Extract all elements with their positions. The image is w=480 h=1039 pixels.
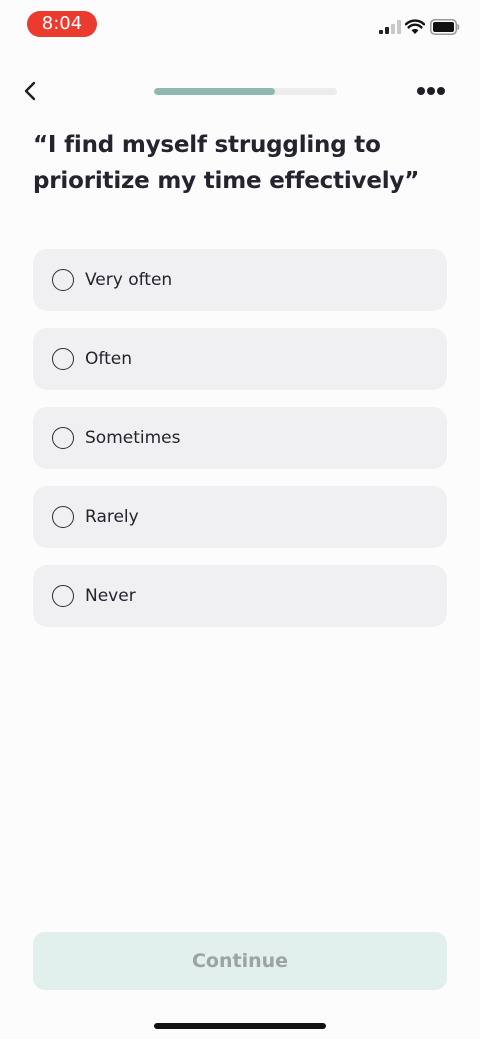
ellipsis-icon bbox=[417, 87, 445, 95]
wifi-icon bbox=[405, 19, 425, 34]
status-bar: 8:04 bbox=[0, 0, 480, 50]
option-label: Often bbox=[85, 349, 132, 369]
radio-icon[interactable] bbox=[52, 348, 74, 370]
option-label: Sometimes bbox=[85, 428, 181, 448]
battery-icon bbox=[430, 19, 460, 35]
progress-bar bbox=[154, 88, 337, 95]
questionnaire-screen: 8:04 “I find myself struggling to priori… bbox=[0, 0, 480, 1039]
option-sometimes[interactable]: Sometimes bbox=[33, 407, 447, 469]
home-indicator[interactable] bbox=[154, 1023, 326, 1029]
answer-options: Very often Often Sometimes Rarely Never bbox=[33, 249, 447, 644]
option-rarely[interactable]: Rarely bbox=[33, 486, 447, 548]
radio-icon[interactable] bbox=[52, 585, 74, 607]
radio-icon[interactable] bbox=[52, 427, 74, 449]
more-options-button[interactable] bbox=[412, 80, 450, 102]
question-text: “I find myself struggling to prioritize … bbox=[33, 132, 420, 194]
option-label: Very often bbox=[85, 270, 173, 290]
radio-icon[interactable] bbox=[52, 269, 74, 291]
option-label: Rarely bbox=[85, 507, 139, 527]
continue-button[interactable]: Continue bbox=[33, 932, 447, 990]
signal-icon bbox=[379, 20, 401, 34]
radio-icon[interactable] bbox=[52, 506, 74, 528]
option-never[interactable]: Never bbox=[33, 565, 447, 627]
option-very-often[interactable]: Very often bbox=[33, 249, 447, 311]
option-often[interactable]: Often bbox=[33, 328, 447, 390]
option-label: Never bbox=[85, 586, 136, 606]
status-time: 8:04 bbox=[27, 11, 97, 37]
progress-fill bbox=[154, 88, 275, 95]
back-button[interactable] bbox=[16, 76, 46, 106]
chevron-left-icon bbox=[24, 81, 36, 101]
